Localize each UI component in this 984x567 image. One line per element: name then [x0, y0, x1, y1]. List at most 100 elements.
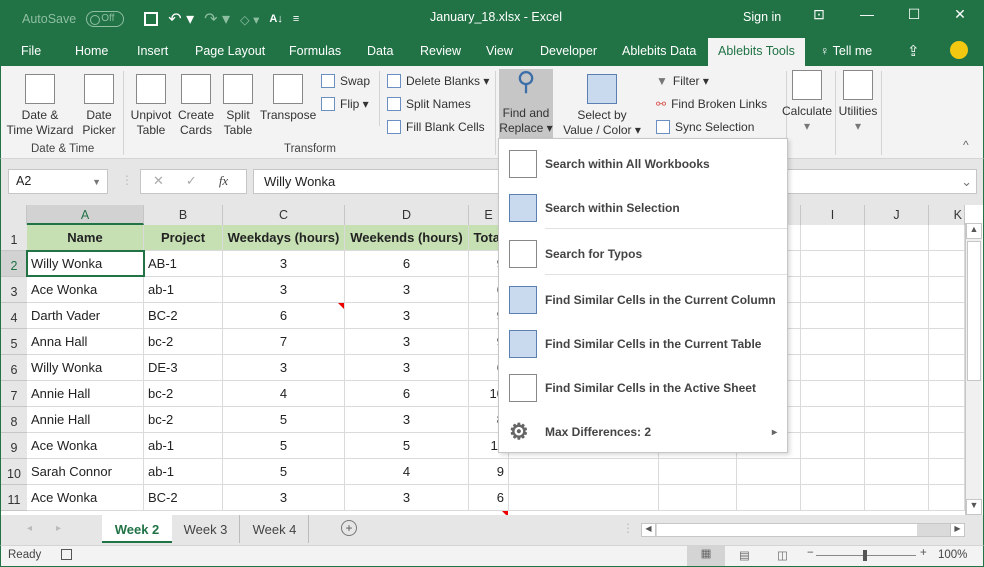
cell-name[interactable]: Darth Vader [27, 303, 144, 329]
page-break-view-icon[interactable]: ◫ [777, 548, 788, 562]
grid-cell[interactable] [801, 381, 865, 407]
grid-cell[interactable] [659, 459, 737, 485]
minimize-button[interactable]: — [852, 6, 882, 22]
grid-cell[interactable] [929, 355, 965, 381]
grid-cell[interactable] [865, 381, 929, 407]
grid-cell[interactable] [865, 433, 929, 459]
cell-weekdays[interactable]: 5 [223, 433, 345, 459]
grid-cell[interactable] [801, 225, 865, 251]
grid-cell[interactable] [509, 459, 659, 485]
menu-item-search-typos[interactable]: Search for Typos [499, 234, 787, 274]
zoom-in-button[interactable]: + [920, 547, 927, 559]
cell-project[interactable]: DE-3 [144, 355, 223, 381]
grid-cell[interactable] [865, 251, 929, 277]
share-icon[interactable]: ⇪ [907, 42, 920, 60]
column-header-a[interactable]: A [27, 205, 144, 225]
menu-item-similar-sheet[interactable]: Find Similar Cells in the Active Sheet [499, 368, 787, 408]
menu-item-search-selection[interactable]: Search within Selection [499, 188, 787, 228]
scroll-right-arrow[interactable]: ▶ [950, 524, 964, 536]
menu-item-similar-table[interactable]: Find Similar Cells in the Current Table [499, 324, 787, 364]
smiley-feedback-icon[interactable] [950, 41, 968, 59]
unpivot-table-button[interactable]: Unpivot Table [129, 74, 173, 138]
cell-weekdays[interactable]: 4 [223, 381, 345, 407]
find-broken-links-button[interactable]: ⚯ Find Broken Links [656, 97, 767, 111]
grid-cell[interactable] [865, 355, 929, 381]
macro-record-icon[interactable] [61, 549, 72, 560]
name-box[interactable]: A2 ▼ [8, 169, 108, 194]
maximize-button[interactable]: ☐ [899, 6, 929, 23]
grid-cell[interactable] [929, 277, 965, 303]
row-header[interactable]: 2 [1, 251, 27, 277]
autosave-toggle[interactable]: Off [86, 11, 125, 27]
clear-format-icon[interactable]: ◇ ▾ [240, 12, 259, 27]
cell-name[interactable]: Ace Wonka [27, 433, 144, 459]
cell-weekends[interactable]: 3 [345, 355, 469, 381]
cell-total[interactable]: 6 [469, 485, 509, 511]
cell-project[interactable]: BC-2 [144, 303, 223, 329]
tab-home[interactable]: Home [75, 44, 108, 58]
horizontal-scroll-thumb[interactable] [657, 524, 917, 536]
close-button[interactable]: ✕ [945, 6, 975, 23]
row-header[interactable]: 3 [1, 277, 27, 303]
cell-weekdays[interactable]: 3 [223, 251, 345, 277]
cell-weekends[interactable]: 3 [345, 485, 469, 511]
grid-cell[interactable] [929, 303, 965, 329]
tab-review[interactable]: Review [420, 44, 461, 58]
cell-project[interactable]: bc-2 [144, 407, 223, 433]
vertical-scroll-thumb[interactable] [967, 241, 981, 381]
grid-cell[interactable] [801, 407, 865, 433]
undo-icon[interactable]: ↶ ▾ [168, 9, 194, 29]
sheet-tab-week-3[interactable]: Week 3 [172, 515, 240, 543]
transpose-button[interactable]: Transpose [260, 74, 316, 123]
tab-ablebits-data[interactable]: Ablebits Data [622, 44, 696, 58]
utilities-button[interactable]: Utilities ▾ [836, 70, 880, 134]
row-header-1[interactable]: 1 [1, 225, 27, 251]
collapse-ribbon-icon[interactable]: ^ [963, 138, 969, 152]
filter-button[interactable]: ▼ Filter ▾ [656, 74, 709, 88]
grid-cell[interactable] [929, 433, 965, 459]
grid-cell[interactable] [801, 459, 865, 485]
vertical-scrollbar[interactable]: ▲ ▼ [965, 223, 982, 515]
row-header[interactable]: 8 [1, 407, 27, 433]
date-picker-button[interactable]: Date Picker [79, 74, 119, 138]
split-names-button[interactable]: Split Names [387, 97, 471, 111]
row-header[interactable]: 11 [1, 485, 27, 511]
tab-formulas[interactable]: Formulas [289, 44, 341, 58]
tab-ablebits-tools[interactable]: Ablebits Tools [708, 38, 805, 66]
cell-name[interactable]: Annie Hall [27, 407, 144, 433]
cell-weekends[interactable]: 3 [345, 277, 469, 303]
grid-cell[interactable] [929, 225, 965, 251]
grid-cell[interactable] [801, 303, 865, 329]
grid-cell[interactable] [801, 433, 865, 459]
split-table-button[interactable]: Split Table [219, 74, 257, 138]
cell-weekdays[interactable]: 7 [223, 329, 345, 355]
grid-cell[interactable] [929, 329, 965, 355]
cell-weekdays[interactable]: 3 [223, 277, 345, 303]
zoom-out-button[interactable]: − [807, 547, 814, 559]
header-cell-weekends[interactable]: Weekends (hours) [345, 225, 469, 251]
prev-sheet-arrow[interactable]: ◂ [27, 523, 32, 534]
cell-project[interactable]: BC-2 [144, 485, 223, 511]
tab-page-layout[interactable]: Page Layout [195, 44, 265, 58]
grid-cell[interactable] [865, 277, 929, 303]
grid-cell[interactable] [801, 485, 865, 511]
cell-project[interactable]: bc-2 [144, 329, 223, 355]
insert-function-icon[interactable]: fx [219, 173, 228, 190]
row-header[interactable]: 7 [1, 381, 27, 407]
cell-name[interactable]: Willy Wonka [27, 355, 144, 381]
resize-handle[interactable]: ⋮ [121, 173, 133, 187]
cell-name[interactable]: Annie Hall [27, 381, 144, 407]
grid-cell[interactable] [865, 329, 929, 355]
cell-weekdays[interactable]: 5 [223, 407, 345, 433]
find-and-replace-button[interactable]: ⚲ Find and Replace ▾ [499, 68, 553, 139]
cell-weekends[interactable]: 4 [345, 459, 469, 485]
cell-weekends[interactable]: 3 [345, 303, 469, 329]
header-cell-weekdays[interactable]: Weekdays (hours) [223, 225, 345, 251]
tell-me-search[interactable]: ♀ Tell me [820, 44, 872, 58]
save-icon[interactable] [144, 12, 159, 26]
sheet-tab-week-4[interactable]: Week 4 [241, 515, 309, 543]
grid-cell[interactable] [801, 251, 865, 277]
scroll-left-arrow[interactable]: ◀ [642, 524, 656, 536]
next-sheet-arrow[interactable]: ▸ [56, 523, 61, 534]
cell-weekdays[interactable]: 6 [223, 303, 345, 329]
